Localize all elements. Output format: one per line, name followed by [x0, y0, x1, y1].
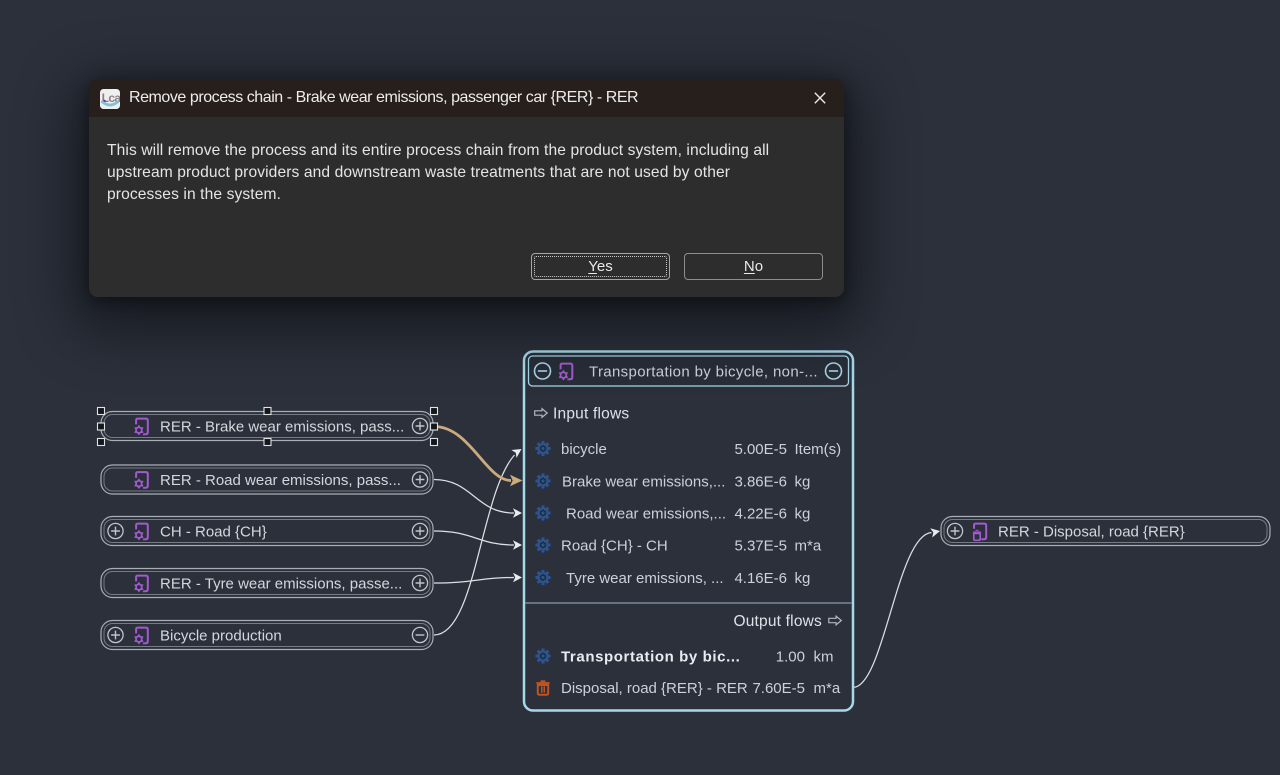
svg-text:m*a: m*a: [795, 537, 822, 554]
svg-text:Road wear emissions,...: Road wear emissions,...: [566, 505, 726, 522]
svg-text:Output flows: Output flows: [733, 613, 822, 630]
svg-text:RER - Disposal, road {RER}: RER - Disposal, road {RER}: [998, 524, 1185, 541]
svg-text:5.00E-5: 5.00E-5: [734, 441, 787, 458]
svg-text:Tyre wear emissions, ...: Tyre wear emissions, ...: [566, 570, 724, 587]
svg-text:CH - Road {CH}: CH - Road {CH}: [160, 524, 267, 541]
svg-text:Disposal, road {RER} - RER: Disposal, road {RER} - RER: [561, 680, 748, 697]
svg-text:Road {CH} - CH: Road {CH} - CH: [561, 537, 668, 554]
svg-text:RER - Road wear emissions, pas: RER - Road wear emissions, pass...: [160, 472, 401, 489]
svg-text:4.22E-6: 4.22E-6: [734, 505, 787, 522]
svg-text:m*a: m*a: [814, 680, 841, 697]
svg-text:5.37E-5: 5.37E-5: [734, 537, 787, 554]
svg-text:Brake wear emissions,...: Brake wear emissions,...: [562, 473, 725, 490]
svg-text:Transportation by bic...: Transportation by bic...: [561, 648, 740, 665]
svg-text:7.60E-5: 7.60E-5: [752, 680, 805, 697]
svg-text:1.00: 1.00: [776, 648, 805, 665]
svg-text:bicycle: bicycle: [561, 441, 607, 458]
svg-text:kg: kg: [795, 473, 811, 490]
svg-text:Bicycle production: Bicycle production: [160, 628, 282, 645]
svg-text:4.16E-6: 4.16E-6: [734, 570, 787, 587]
svg-text:Item(s): Item(s): [795, 441, 842, 458]
svg-text:Input flows: Input flows: [553, 406, 629, 423]
svg-text:Transportation by bicycle, non: Transportation by bicycle, non-...: [589, 364, 818, 381]
svg-text:kg: kg: [795, 505, 811, 522]
svg-text:RER - Tyre wear emissions, pas: RER - Tyre wear emissions, passe...: [160, 576, 402, 593]
svg-text:km: km: [814, 648, 834, 665]
svg-text:RER - Brake wear emissions, pa: RER - Brake wear emissions, pass...: [160, 419, 404, 436]
svg-text:kg: kg: [795, 570, 811, 587]
svg-text:3.86E-6: 3.86E-6: [734, 473, 787, 490]
